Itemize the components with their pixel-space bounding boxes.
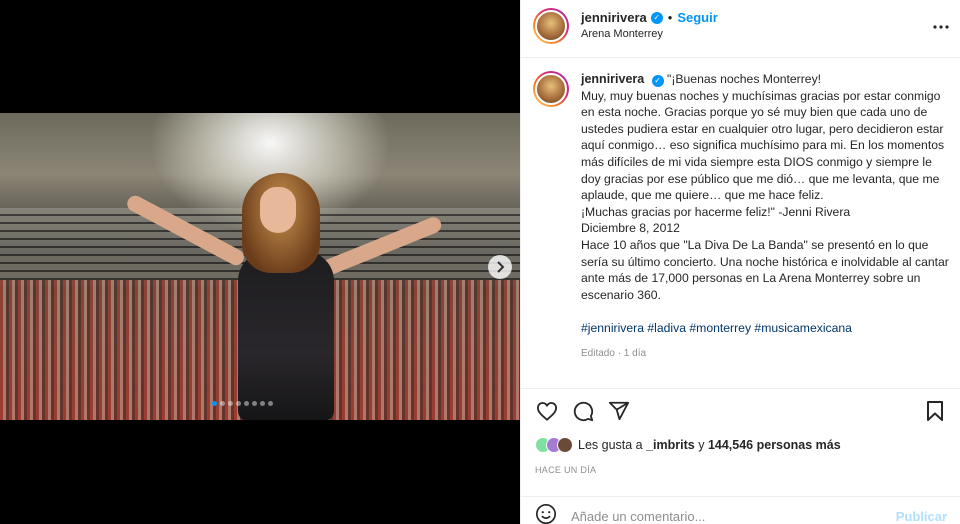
media-pane bbox=[0, 0, 520, 524]
follow-button[interactable]: Seguir bbox=[677, 10, 717, 25]
caption-line-5: Hace 10 años que "La Diva De La Banda" s… bbox=[581, 237, 953, 302]
comment-icon[interactable] bbox=[571, 399, 595, 423]
chevron-right-icon bbox=[497, 261, 505, 273]
likes-middle: y bbox=[694, 438, 708, 452]
post-caption: jennirivera ✓ "¡Buenas noches Monterrey!… bbox=[521, 59, 960, 389]
edited-timestamp: Editado · 1 día bbox=[581, 347, 647, 359]
carousel-dot bbox=[236, 401, 241, 406]
publish-button[interactable]: Publicar bbox=[896, 509, 947, 524]
carousel-dot bbox=[244, 401, 249, 406]
location-link[interactable]: Arena Monterrey bbox=[581, 28, 718, 40]
post-header: jennirivera ✓ • Seguir Arena Monterrey bbox=[521, 0, 960, 58]
bookmark-icon[interactable] bbox=[923, 399, 947, 423]
singer-figure bbox=[124, 173, 444, 420]
likes-prefix: Les gusta a bbox=[578, 438, 647, 452]
liker-avatar[interactable] bbox=[557, 437, 573, 453]
post-timestamp[interactable]: HACE UN DÍA bbox=[535, 465, 596, 475]
instagram-post-view: jennirivera ✓ • Seguir Arena Monterrey j… bbox=[0, 0, 960, 524]
share-icon[interactable] bbox=[607, 399, 631, 423]
liker-username-link[interactable]: _imbrits bbox=[646, 438, 695, 452]
carousel-dot bbox=[220, 401, 225, 406]
caption-line-1: "¡Buenas noches Monterrey! bbox=[667, 72, 822, 86]
carousel-next-button[interactable] bbox=[488, 255, 512, 279]
hashtags-links[interactable]: #jennirivera #ladiva #monterrey #musicam… bbox=[581, 320, 949, 337]
caption-line-4: Diciembre 8, 2012 bbox=[581, 221, 680, 236]
caption-line-3: ¡Muchas gracias por hacerme feliz!" -Jen… bbox=[581, 204, 851, 219]
caption-avatar[interactable] bbox=[533, 71, 569, 107]
carousel-dot bbox=[228, 401, 233, 406]
verified-badge-icon: ✓ bbox=[650, 11, 663, 24]
carousel-dot bbox=[268, 401, 273, 406]
comment-box: Publicar bbox=[521, 496, 960, 524]
separator-dot: • bbox=[667, 10, 673, 25]
likes-count-link[interactable]: 144,546 personas más bbox=[708, 438, 841, 452]
avatar[interactable] bbox=[533, 8, 569, 44]
likes-summary: Les gusta a _imbrits y 144,546 personas … bbox=[535, 437, 841, 453]
carousel-dot bbox=[212, 401, 217, 406]
more-horizontal-icon[interactable] bbox=[932, 14, 950, 35]
caption-username-link[interactable]: jennirivera bbox=[581, 72, 644, 86]
carousel-dot bbox=[252, 401, 257, 406]
carousel-indicator bbox=[212, 401, 273, 406]
heart-icon[interactable] bbox=[535, 399, 559, 423]
username-link[interactable]: jennirivera bbox=[581, 10, 647, 25]
caption-line-2: Muy, muy buenas noches y muchísimas grac… bbox=[581, 88, 948, 203]
post-actions-bar bbox=[521, 388, 960, 432]
post-photo[interactable] bbox=[0, 113, 520, 420]
post-side-panel: jennirivera ✓ • Seguir Arena Monterrey j… bbox=[520, 0, 960, 524]
verified-badge-icon: ✓ bbox=[651, 75, 664, 88]
comment-input[interactable] bbox=[571, 509, 871, 524]
carousel-dot bbox=[260, 401, 265, 406]
emoji-icon[interactable] bbox=[535, 503, 557, 524]
